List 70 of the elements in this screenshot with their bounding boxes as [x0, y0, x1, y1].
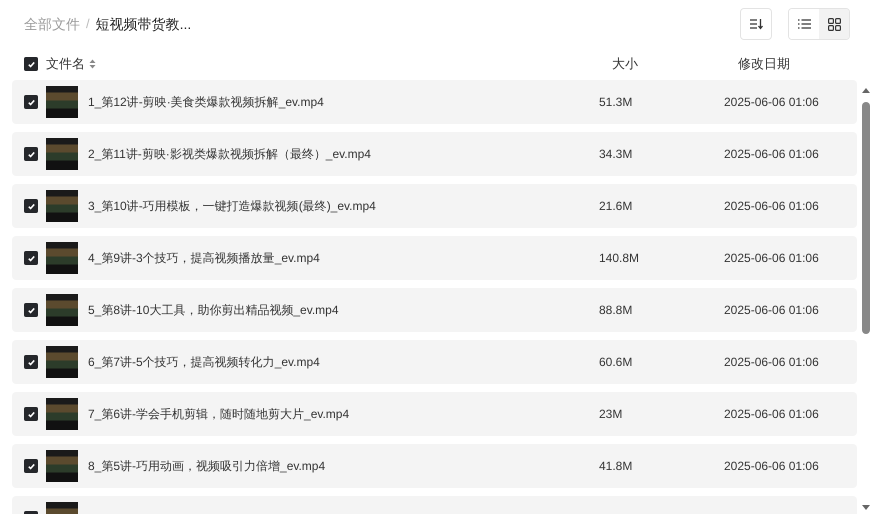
sort-icon [749, 18, 763, 30]
file-size: 140.8M [599, 250, 640, 267]
list-icon [798, 19, 810, 29]
checkbox[interactable] [24, 95, 38, 109]
file-name: 8_第5讲-巧用动画，视频吸引力倍增_ev.mp4 [88, 458, 326, 475]
video-thumbnail [46, 450, 78, 482]
file-row[interactable]: 3_第10讲-巧用模板，一键打造爆款视频(最终)_ev.mp4 21.6M 2025-06-06 01:06 [12, 184, 857, 228]
modified-date: 2025-06-06 01:06 [724, 406, 819, 423]
check-icon [26, 98, 36, 106]
checkbox[interactable] [24, 459, 38, 473]
video-thumbnail [46, 346, 78, 378]
file-size: 41.8M [599, 458, 634, 475]
file-size: 23M [599, 406, 624, 423]
modified-date: 2025-06-06 01:06 [724, 94, 819, 111]
file-size: 60.6M [599, 354, 634, 371]
checkbox[interactable] [24, 251, 38, 265]
file-row[interactable]: 1_第12讲-剪映·美食类爆款视频拆解_ev.mp4 51.3M 2025-06-06 01:06 [12, 80, 857, 124]
file-row[interactable]: 7_第6讲-学会手机剪辑，随时随地剪大片_ev.mp4 23M 2025-06-06 01:06 [12, 392, 857, 436]
check-icon [26, 462, 36, 470]
video-thumbnail [46, 86, 78, 118]
check-icon [26, 202, 36, 210]
modified-date: 2025-06-06 01:06 [724, 354, 819, 371]
check-icon [26, 60, 36, 68]
checkbox[interactable] [24, 407, 38, 421]
file-name: 4_第9讲-3个技巧，提高视频播放量_ev.mp4 [88, 250, 321, 267]
file-row[interactable]: 5_第8讲-10大工具，助你剪出精品视频_ev.mp4 88.8M 2025-06-06 01:06 [12, 288, 857, 332]
check-icon [26, 410, 36, 418]
check-icon [26, 358, 36, 366]
video-thumbnail [46, 242, 78, 274]
breadcrumb-separator: / [86, 15, 90, 34]
file-size: 34.3M [599, 146, 634, 163]
modified-date: 2025-06-06 01:06 [724, 250, 819, 267]
modified-date: 2025-06-06 01:06 [724, 458, 819, 475]
file-row[interactable]: 2_第11讲-剪映·影视类爆款视频拆解（最终）_ev.mp4 34.3M 2025-06-06 01:06 [12, 132, 857, 176]
file-size: 88.8M [599, 302, 634, 319]
scrollbar[interactable] [860, 86, 872, 512]
file-name: 5_第8讲-10大工具，助你剪出精品视频_ev.mp4 [88, 302, 340, 319]
breadcrumb-current: 短视频带货教... [96, 14, 192, 34]
column-header[interactable]: 大小 [612, 54, 638, 74]
file-row[interactable]: 8_第5讲-巧用动画，视频吸引力倍增_ev.mp4 41.8M 2025-06-06 01:06 [12, 444, 857, 488]
video-thumbnail [46, 398, 78, 430]
grid-icon [828, 18, 840, 30]
column-header[interactable]: 文件名 [46, 54, 85, 74]
video-thumbnail [46, 138, 78, 170]
sort-icon[interactable] [89, 59, 96, 69]
grid-view-button[interactable] [819, 9, 849, 39]
check-icon [26, 254, 36, 262]
file-size: 51.3M [599, 94, 634, 111]
file-name: 6_第7讲-5个技巧，提高视频转化力_ev.mp4 [88, 354, 321, 371]
modified-date: 2025-06-06 01:06 [724, 198, 819, 215]
file-name: 1_第12讲-剪映·美食类爆款视频拆解_ev.mp4 [88, 94, 325, 111]
file-row[interactable]: 4_第9讲-3个技巧，提高视频播放量_ev.mp4 140.8M 2025-06-06 01:06 [12, 236, 857, 280]
checkbox[interactable] [24, 57, 38, 71]
check-icon [26, 306, 36, 314]
checkbox[interactable] [24, 355, 38, 369]
modified-date: 2025-06-06 01:06 [724, 146, 819, 163]
modified-date: 2025-06-06 01:06 [724, 302, 819, 319]
file-name: 3_第10讲-巧用模板，一键打造爆款视频(最终)_ev.mp4 [88, 198, 377, 215]
file-name: 2_第11讲-剪映·影视类爆款视频拆解（最终）_ev.mp4 [88, 146, 372, 163]
checkbox[interactable] [24, 303, 38, 317]
column-header[interactable]: 修改日期 [738, 54, 790, 74]
file-size: 21.6M [599, 198, 634, 215]
checkbox[interactable] [24, 199, 38, 213]
file-row[interactable]: 6_第7讲-5个技巧，提高视频转化力_ev.mp4 60.6M 2025-06-06 01:06 [12, 340, 857, 384]
video-thumbnail [46, 190, 78, 222]
sort-button[interactable] [740, 8, 772, 40]
file-name: 7_第6讲-学会手机剪辑，随时随地剪大片_ev.mp4 [88, 406, 350, 423]
checkbox[interactable] [24, 147, 38, 161]
video-thumbnail [46, 294, 78, 326]
check-icon [26, 150, 36, 158]
